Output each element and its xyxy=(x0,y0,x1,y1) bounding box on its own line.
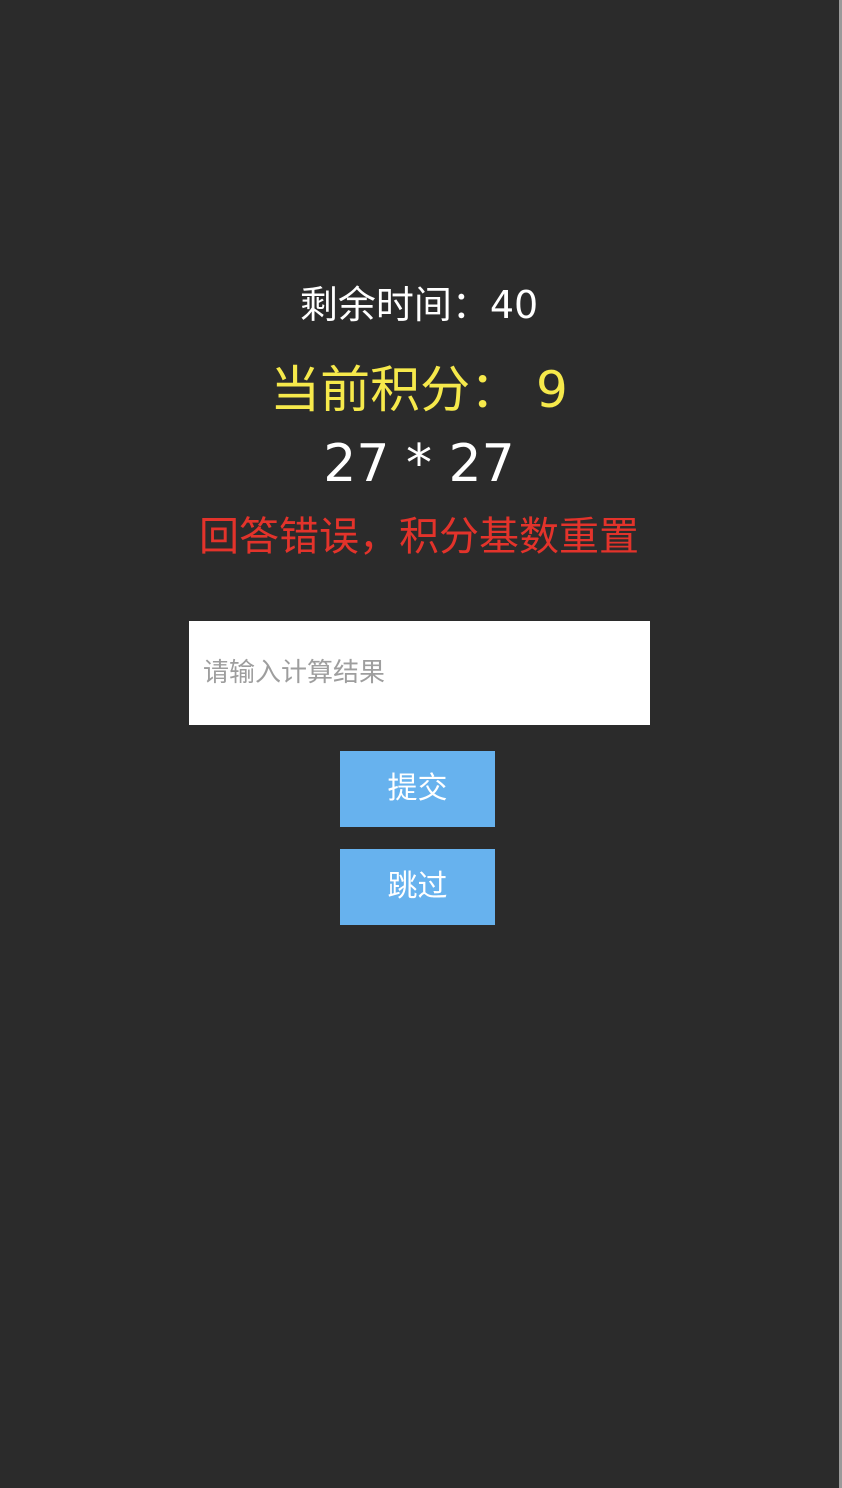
math-question: 27 * 27 xyxy=(323,434,515,494)
answer-feedback: 回答错误，积分基数重置 xyxy=(199,514,639,560)
skip-button[interactable]: 跳过 xyxy=(340,849,495,925)
current-score: 当前积分： 9 xyxy=(270,361,568,419)
answer-input[interactable] xyxy=(189,621,650,725)
submit-button[interactable]: 提交 xyxy=(340,751,495,827)
remaining-time: 剩余时间：40 xyxy=(299,283,539,327)
